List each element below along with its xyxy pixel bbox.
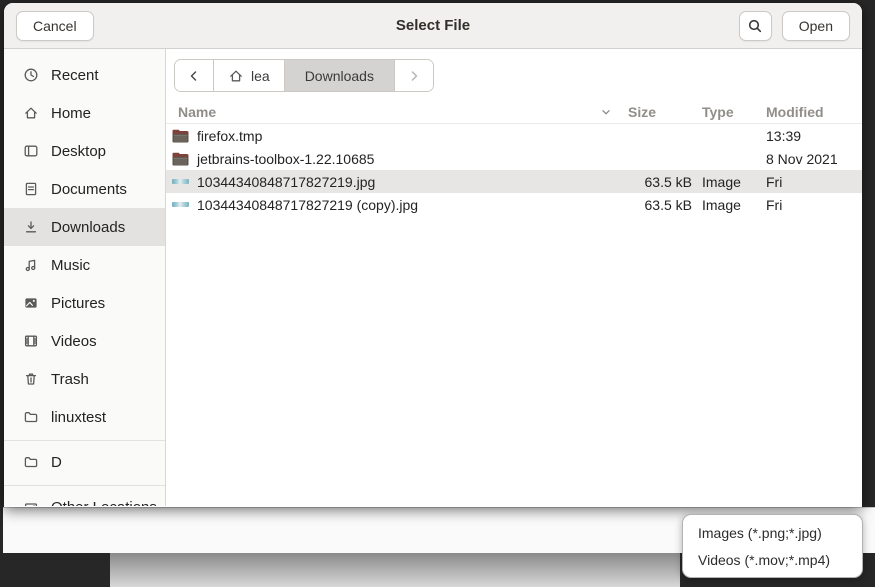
file-type-filter-popover: Images (*.png;*.jpg)Videos (*.mov;*.mp4) [682,514,863,578]
file-row[interactable]: firefox.tmp 13:39 [166,124,862,147]
forward-button[interactable] [395,60,433,91]
sidebar-separator [4,440,165,441]
filter-option[interactable]: Videos (*.mov;*.mp4) [683,546,862,573]
folder-thumbnail [172,129,189,143]
sidebar-item-trash[interactable]: Trash [4,360,165,398]
background-window-edge [110,553,680,587]
column-header-modified[interactable]: Modified [766,104,852,120]
sidebar-item-d[interactable]: D [4,443,165,481]
chevron-right-icon [406,68,422,84]
path-bar: lea Downloads [174,59,434,92]
image-thumbnail [172,175,189,189]
sidebar-item-home[interactable]: Home [4,94,165,132]
file-modified: Fri [766,174,852,190]
file-chooser-dialog: Cancel Select File Open Recent Home Deskto… [4,3,862,507]
file-size: 63.5 kB [628,174,692,190]
sidebar-item-videos[interactable]: Videos [4,322,165,360]
home-icon [23,105,39,121]
sidebar-item-label: Music [51,257,90,274]
sidebar-item-label: Videos [51,333,97,350]
folder-icon [23,454,39,470]
sidebar-item-label: Pictures [51,295,105,312]
dialog-body: Recent Home Desktop Documents Downloads Music… [4,49,862,506]
sidebar-item-documents[interactable]: Documents [4,170,165,208]
column-headers: Name Size Type Modified [166,101,862,124]
folder-icon [23,409,39,425]
file-type: Image [702,197,756,213]
film-icon [23,333,39,349]
file-modified: Fri [766,197,852,213]
open-button[interactable]: Open [782,11,850,41]
breadcrumb-home[interactable]: lea [214,60,285,91]
cancel-button[interactable]: Cancel [16,11,94,41]
sidebar-item-label: Trash [51,371,89,388]
search-button[interactable] [739,11,772,41]
sidebar-item-label: Recent [51,67,99,84]
file-list: firefox.tmp 13:39 jetbrains-toolbox-1.22.1… [166,124,862,216]
sidebar-item-label: Other Locations [51,499,157,507]
sidebar-item-pictures[interactable]: Pictures [4,284,165,322]
file-row[interactable]: jetbrains-toolbox-1.22.10685 8 Nov 2021 [166,147,862,170]
music-note-icon [23,257,39,273]
sidebar-item-label: linuxtest [51,409,106,426]
image-thumbnail [172,198,189,212]
desktop-icon [23,143,39,159]
file-name: 10344340848717827219.jpg [197,174,375,190]
column-header-type[interactable]: Type [702,104,756,120]
file-row[interactable]: 10344340848717827219 (copy).jpg 63.5 kB Im… [166,193,862,216]
file-pane: lea Downloads Name Size Type [166,49,862,506]
clock-icon [23,67,39,83]
breadcrumb-home-label: lea [251,68,270,84]
sidebar-item-recent[interactable]: Recent [4,56,165,94]
other-locations-icon [23,499,39,506]
pathbar-row: lea Downloads [166,49,862,101]
back-button[interactable] [175,60,214,91]
file-modified: 8 Nov 2021 [766,151,852,167]
header-actions: Open [739,11,850,41]
search-icon [747,18,763,34]
file-row[interactable]: 10344340848717827219.jpg 63.5 kB Image Fri [166,170,862,193]
sidebar-item-linuxtest[interactable]: linuxtest [4,398,165,436]
sidebar-item-downloads[interactable]: Downloads [4,208,165,246]
sidebar-item-label: Documents [51,181,127,198]
file-modified: 13:39 [766,128,852,144]
sidebar-item-label: Desktop [51,143,106,160]
file-name: firefox.tmp [197,128,262,144]
sidebar-item-other-locations[interactable]: Other Locations [4,488,165,506]
breadcrumb-current[interactable]: Downloads [285,60,395,91]
sidebar: Recent Home Desktop Documents Downloads Music… [4,49,166,506]
file-size: 63.5 kB [628,197,692,213]
filter-option[interactable]: Images (*.png;*.jpg) [683,519,862,546]
dialog-title: Select File [4,17,862,34]
home-icon [228,68,244,84]
sidebar-item-label: Home [51,105,91,122]
headerbar: Cancel Select File Open [4,3,862,49]
file-type: Image [702,174,756,190]
chevron-left-icon [186,68,202,84]
column-header-size[interactable]: Size [628,104,692,120]
column-header-name-label: Name [172,104,216,120]
file-name: jetbrains-toolbox-1.22.10685 [197,151,374,167]
sidebar-separator [4,485,165,486]
document-icon [23,181,39,197]
chevron-down-icon [598,104,614,120]
trash-icon [23,371,39,387]
folder-thumbnail [172,152,189,166]
sidebar-item-label: D [51,454,62,471]
picture-icon [23,295,39,311]
sidebar-item-desktop[interactable]: Desktop [4,132,165,170]
download-icon [23,219,39,235]
sidebar-item-music[interactable]: Music [4,246,165,284]
file-name: 10344340848717827219 (copy).jpg [197,197,418,213]
sidebar-item-label: Downloads [51,219,125,236]
screen: Cancel Select File Open Recent Home Deskto… [0,0,875,587]
column-header-name[interactable]: Name [172,104,618,120]
